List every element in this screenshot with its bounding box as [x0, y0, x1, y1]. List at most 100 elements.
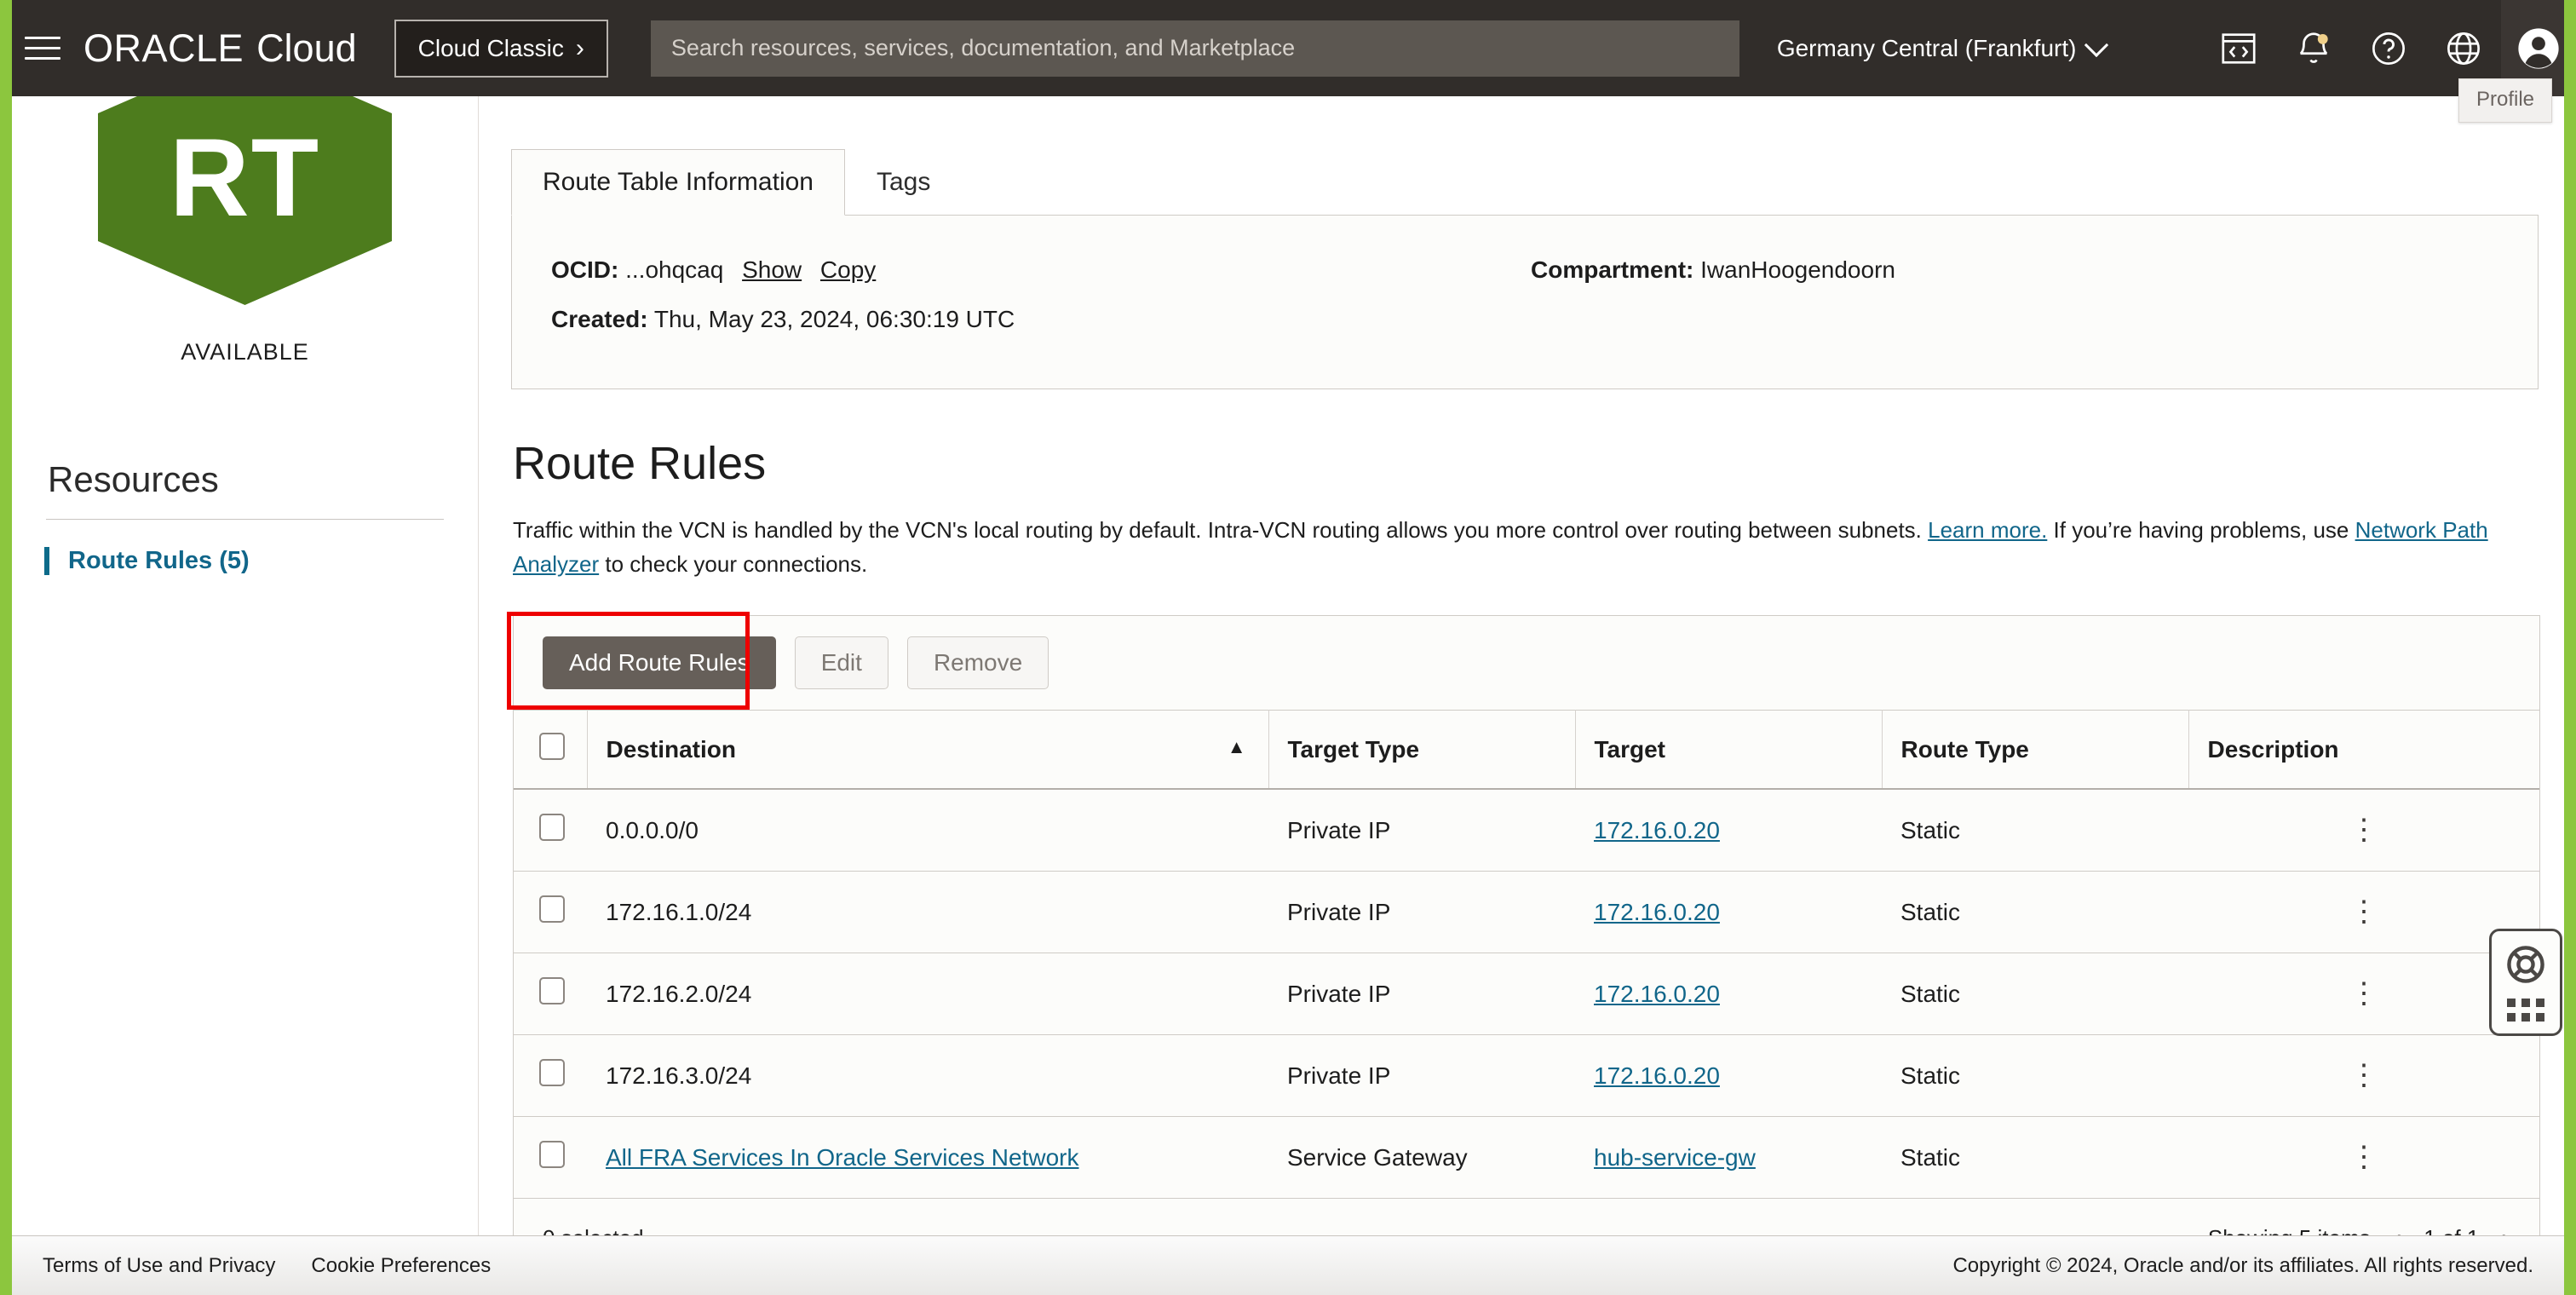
target-link[interactable]: 172.16.0.20 [1594, 817, 1720, 843]
cell-target: 172.16.0.20 [1575, 789, 1882, 872]
resource-sidebar: RT AVAILABLE Resources Route Rules (5) [12, 96, 479, 1235]
row-checkbox[interactable] [539, 814, 565, 841]
route-rules-table: Destination ▲ Target Type Target Route T… [514, 710, 2539, 1199]
column-header-target-type[interactable]: Target Type [1268, 711, 1575, 790]
hamburger-menu-icon[interactable] [19, 25, 66, 72]
created-row: Created: Thu, May 23, 2024, 06:30:19 UTC [551, 306, 1531, 333]
detail-tabs: Route Table Information Tags [511, 149, 2564, 216]
cell-target: 172.16.0.20 [1575, 872, 1882, 953]
desc-text-1: Traffic within the VCN is handled by the… [513, 517, 1928, 543]
table-footer: 0 selected Showing 5 items ‹ 1 of 1 › [514, 1199, 2539, 1235]
row-checkbox[interactable] [539, 1059, 565, 1086]
ocid-copy-link[interactable]: Copy [820, 256, 876, 283]
support-widget[interactable] [2489, 929, 2562, 1036]
row-select-cell [514, 789, 587, 872]
route-rules-table-card: Add Route Rules Edit Remove Destination … [513, 615, 2540, 1235]
row-actions-menu-icon[interactable]: ⋮ [2207, 985, 2521, 1002]
cloud-classic-label: Cloud Classic [418, 35, 564, 62]
row-actions-menu-icon[interactable]: ⋮ [2207, 1067, 2521, 1084]
select-all-header [514, 711, 587, 790]
cell-description: ⋮ [2188, 953, 2539, 1035]
logo-cloud-text: Cloud [256, 26, 357, 71]
oracle-cloud-logo[interactable]: ORACLE Cloud [83, 26, 357, 71]
left-accent-rail [0, 0, 12, 1295]
column-label-destination: Destination [607, 736, 736, 763]
table-row[interactable]: All FRA Services In Oracle Services Netw… [514, 1117, 2539, 1199]
row-select-cell [514, 1035, 587, 1117]
info-right-column: Compartment: IwanHoogendoorn [1531, 256, 1895, 388]
table-row[interactable]: 172.16.1.0/24 Private IP 172.16.0.20 Sta… [514, 872, 2539, 953]
target-link[interactable]: 172.16.0.20 [1594, 981, 1720, 1007]
help-icon[interactable] [2351, 0, 2426, 96]
next-page-icon[interactable]: › [2501, 1223, 2510, 1235]
column-header-destination[interactable]: Destination ▲ [587, 711, 1268, 790]
table-body: 0.0.0.0/0 Private IP 172.16.0.20 Static … [514, 789, 2539, 1199]
remove-button[interactable]: Remove [907, 636, 1049, 689]
table-row[interactable]: 172.16.2.0/24 Private IP 172.16.0.20 Sta… [514, 953, 2539, 1035]
add-route-rules-button[interactable]: Add Route Rules [543, 636, 776, 689]
resources-divider [46, 519, 444, 520]
table-head: Destination ▲ Target Type Target Route T… [514, 711, 2539, 790]
previous-page-icon[interactable]: ‹ [2393, 1223, 2402, 1235]
right-accent-rail [2564, 0, 2576, 1295]
row-actions-menu-icon[interactable]: ⋮ [2207, 821, 2521, 838]
footer-links: Terms of Use and Privacy Cookie Preferen… [43, 1254, 491, 1278]
tab-route-table-information[interactable]: Route Table Information [511, 149, 845, 216]
drag-handle-dots-icon[interactable] [2507, 999, 2544, 1022]
cloud-classic-button[interactable]: Cloud Classic › [394, 20, 608, 78]
region-label: Germany Central (Frankfurt) [1777, 35, 2077, 62]
region-selector[interactable]: Germany Central (Frankfurt) [1777, 35, 2106, 62]
compartment-label: Compartment: [1531, 256, 1693, 283]
resource-status-label: AVAILABLE [12, 339, 478, 365]
target-link[interactable]: hub-service-gw [1594, 1144, 1756, 1171]
target-link[interactable]: 172.16.0.20 [1594, 899, 1720, 925]
row-checkbox[interactable] [539, 895, 565, 923]
row-checkbox[interactable] [539, 977, 565, 1004]
sidebar-item-route-rules[interactable]: Route Rules (5) [44, 547, 250, 575]
row-checkbox[interactable] [539, 1141, 565, 1168]
desc-text-3: to check your connections. [599, 551, 867, 577]
edit-button[interactable]: Edit [795, 636, 888, 689]
learn-more-link[interactable]: Learn more. [1928, 517, 2047, 543]
cell-target-type: Private IP [1268, 789, 1575, 872]
select-all-checkbox[interactable] [539, 733, 565, 760]
global-search-input[interactable] [651, 20, 1739, 77]
table-toolbar: Add Route Rules Edit Remove [514, 616, 2539, 710]
lifebuoy-support-icon [2504, 943, 2547, 990]
cell-route-type: Static [1882, 1035, 2188, 1117]
table-row[interactable]: 0.0.0.0/0 Private IP 172.16.0.20 Static … [514, 789, 2539, 872]
terms-of-use-link[interactable]: Terms of Use and Privacy [43, 1254, 275, 1278]
code-editor-icon[interactable] [2201, 0, 2276, 96]
destination-link[interactable]: All FRA Services In Oracle Services Netw… [606, 1144, 1079, 1171]
route-table-info-panel: OCID: ...ohqcaq Show Copy Created: Thu, … [511, 215, 2539, 389]
column-header-target[interactable]: Target [1575, 711, 1882, 790]
cell-destination: 172.16.3.0/24 [587, 1035, 1268, 1117]
column-header-route-type[interactable]: Route Type [1882, 711, 2188, 790]
route-rules-description: Traffic within the VCN is handled by the… [513, 514, 2515, 581]
column-header-description[interactable]: Description [2188, 711, 2539, 790]
global-header: ORACLE Cloud Cloud Classic › Germany Cen… [0, 0, 2576, 96]
row-actions-menu-icon[interactable]: ⋮ [2207, 903, 2521, 920]
ocid-value: ...ohqcaq [625, 256, 723, 283]
tab-tags[interactable]: Tags [845, 149, 962, 216]
ocid-row: OCID: ...ohqcaq Show Copy [551, 256, 1531, 284]
sort-ascending-icon: ▲ [1228, 736, 1246, 758]
row-select-cell [514, 872, 587, 953]
target-link[interactable]: 172.16.0.20 [1594, 1062, 1720, 1089]
profile-tooltip: Profile [2458, 78, 2552, 123]
cookie-preferences-link[interactable]: Cookie Preferences [311, 1254, 491, 1278]
cell-target-type: Private IP [1268, 953, 1575, 1035]
chevron-right-icon: › [576, 36, 584, 61]
cell-destination: All FRA Services In Oracle Services Netw… [587, 1117, 1268, 1199]
showing-items-label: Showing 5 items [2208, 1225, 2371, 1235]
table-header-row: Destination ▲ Target Type Target Route T… [514, 711, 2539, 790]
row-actions-menu-icon[interactable]: ⋮ [2207, 1148, 2521, 1166]
notifications-bell-icon[interactable] [2276, 0, 2351, 96]
cell-route-type: Static [1882, 1117, 2188, 1199]
table-row[interactable]: 172.16.3.0/24 Private IP 172.16.0.20 Sta… [514, 1035, 2539, 1117]
cell-description: ⋮ [2188, 872, 2539, 953]
cell-description: ⋮ [2188, 1117, 2539, 1199]
ocid-show-link[interactable]: Show [742, 256, 802, 283]
page-footer: Terms of Use and Privacy Cookie Preferen… [12, 1235, 2564, 1295]
pagination-controls: Showing 5 items ‹ 1 of 1 › [2208, 1223, 2510, 1235]
